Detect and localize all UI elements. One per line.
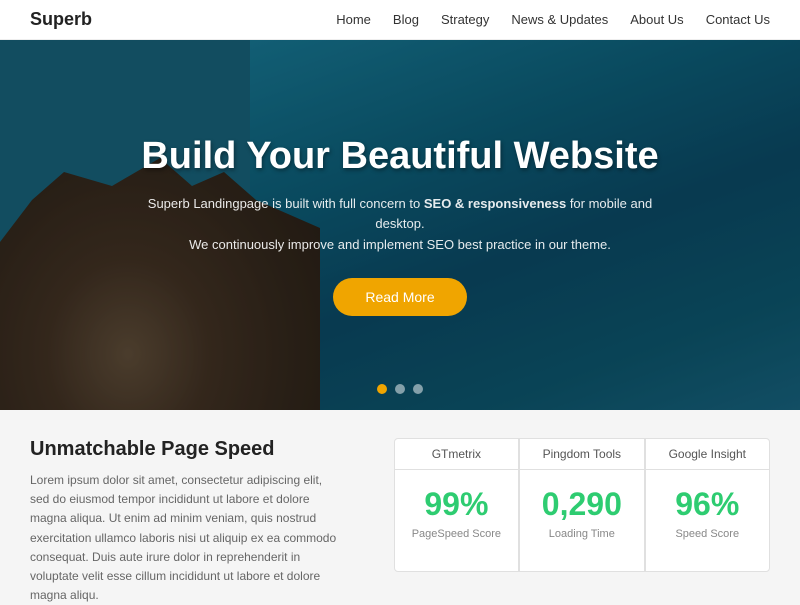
hero-section: Build Your Beautiful Website Superb Land… xyxy=(0,40,800,410)
stat-card-2: Google Insight96%Speed Score xyxy=(645,438,770,572)
hero-content: Build Your Beautiful Website Superb Land… xyxy=(0,40,800,410)
stat-card-0: GTmetrix99%PageSpeed Score xyxy=(394,438,519,572)
stat-card-1: Pingdom Tools0,290Loading Time xyxy=(519,438,644,572)
nav-item-about-us[interactable]: About Us xyxy=(630,12,683,27)
dot-1[interactable] xyxy=(395,384,405,394)
stat-label-2: Speed Score xyxy=(675,528,739,550)
stat-header-0: GTmetrix xyxy=(395,439,518,470)
stat-value-2: 96% xyxy=(665,470,749,528)
stat-value-0: 99% xyxy=(414,470,498,528)
bottom-section: Unmatchable Page Speed Lorem ipsum dolor… xyxy=(0,410,800,600)
section-title: Unmatchable Page Speed xyxy=(30,438,344,461)
header: Superb Home Blog Strategy News & Updates Abo… xyxy=(0,0,800,40)
stat-header-1: Pingdom Tools xyxy=(520,439,643,470)
main-nav: Home Blog Strategy News & Updates About Us Co… xyxy=(336,11,770,29)
dot-2[interactable] xyxy=(413,384,423,394)
logo: Superb xyxy=(30,9,92,30)
dot-0[interactable] xyxy=(377,384,387,394)
nav-item-news-&-updates[interactable]: News & Updates xyxy=(511,12,608,27)
stat-value-1: 0,290 xyxy=(532,470,632,528)
nav-item-contact-us[interactable]: Contact Us xyxy=(706,12,770,27)
read-more-button[interactable]: Read More xyxy=(333,278,466,316)
nav-item-blog[interactable]: Blog xyxy=(393,12,419,27)
stat-header-2: Google Insight xyxy=(646,439,769,470)
nav-item-strategy[interactable]: Strategy xyxy=(441,12,489,27)
hero-title: Build Your Beautiful Website xyxy=(141,134,658,180)
hero-dots xyxy=(377,384,423,394)
stat-label-0: PageSpeed Score xyxy=(412,528,501,550)
page-speed-text: Unmatchable Page Speed Lorem ipsum dolor… xyxy=(30,438,364,572)
nav-item-home[interactable]: Home xyxy=(336,12,371,27)
section-description: Lorem ipsum dolor sit amet, consectetur … xyxy=(30,471,344,605)
stats-container: GTmetrix99%PageSpeed ScorePingdom Tools0… xyxy=(394,438,770,572)
stat-label-1: Loading Time xyxy=(549,528,615,550)
hero-subtitle: Superb Landingpage is built with full co… xyxy=(140,194,660,256)
